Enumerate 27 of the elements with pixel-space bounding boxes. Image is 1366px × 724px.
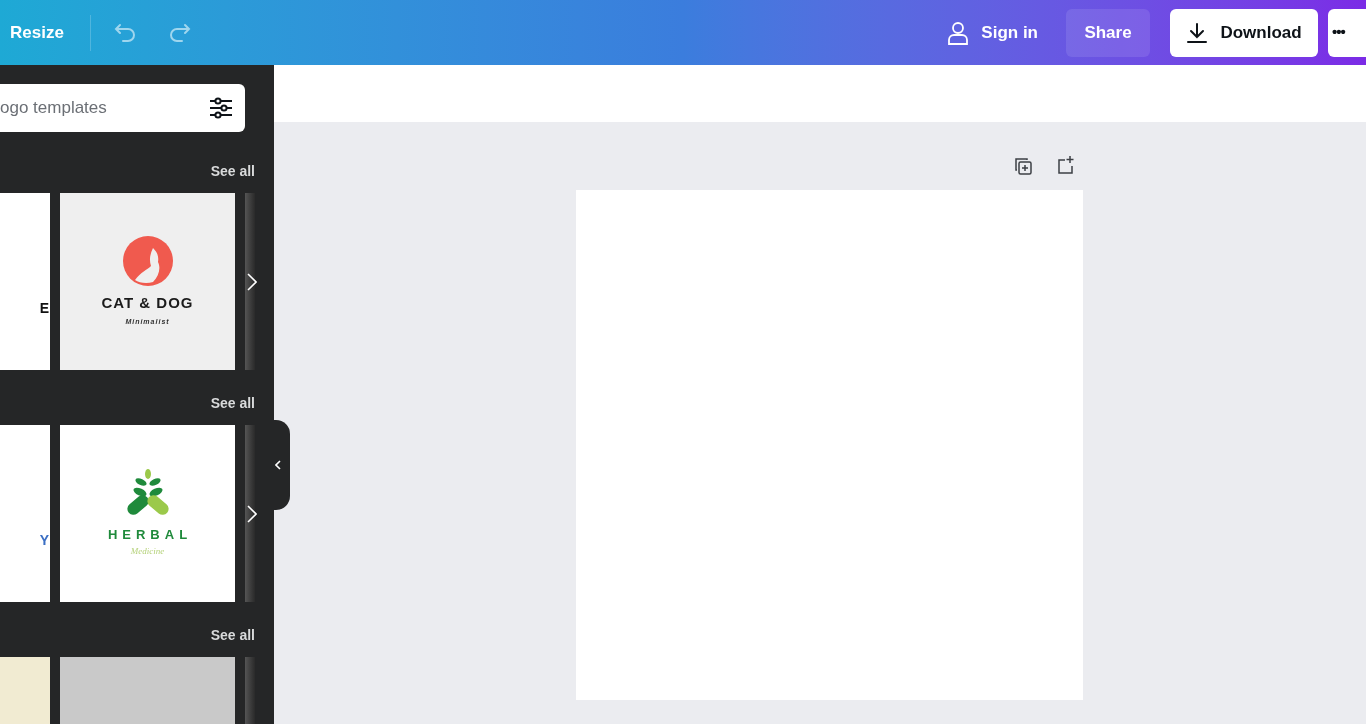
- template-thumbnail[interactable]: HERBAL Medicine: [60, 425, 235, 602]
- chevron-left-icon: [275, 460, 281, 470]
- see-all-link[interactable]: See all: [210, 624, 255, 646]
- sign-in-button[interactable]: Sign in: [981, 19, 1038, 46]
- see-all-link[interactable]: See all: [210, 160, 255, 182]
- download-icon: [1186, 21, 1209, 44]
- pet-logo-icon: [122, 236, 173, 286]
- logo-text: E: [39, 298, 49, 317]
- search-field[interactable]: ogo templates: [0, 84, 245, 132]
- template-thumbnail[interactable]: Y: [0, 425, 50, 602]
- logo-title: HERBAL: [107, 525, 193, 544]
- chevron-right-icon[interactable]: [247, 505, 257, 523]
- share-button[interactable]: Share: [1066, 8, 1150, 57]
- more-button[interactable]: •••: [1328, 8, 1366, 57]
- logo-title: CAT & DOG: [101, 293, 194, 313]
- chevron-right-icon[interactable]: [247, 273, 257, 291]
- template-thumbnail[interactable]: [245, 425, 255, 602]
- see-all-link[interactable]: See all: [210, 392, 255, 414]
- filter-icon[interactable]: [209, 97, 233, 119]
- user-icon[interactable]: [947, 20, 970, 45]
- logo-subtitle: Medicine: [130, 545, 165, 558]
- template-thumbnail[interactable]: E: [0, 193, 50, 370]
- duplicate-page-icon[interactable]: [1014, 157, 1032, 175]
- logo-text: Y: [39, 530, 49, 549]
- template-thumbnail[interactable]: [245, 193, 255, 370]
- add-page-icon[interactable]: [1057, 155, 1075, 175]
- download-button[interactable]: Download: [1170, 8, 1318, 57]
